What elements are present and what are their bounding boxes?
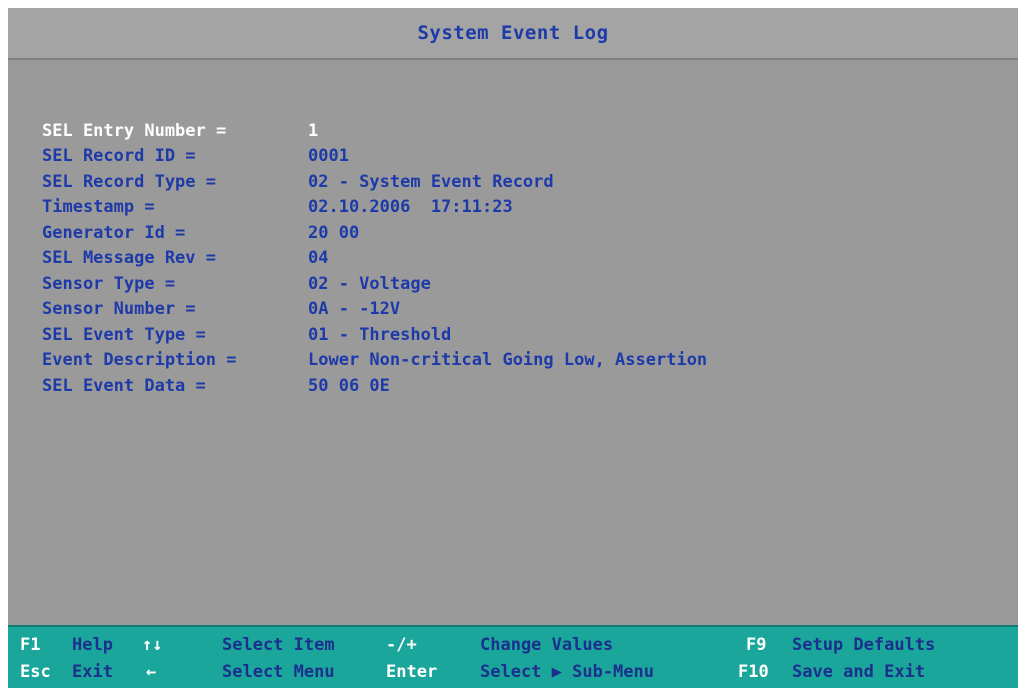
- timestamp-value: 02.10.2006 17:11:23: [308, 197, 513, 218]
- select-sub-menu-desc: Select ▶ Sub-Menu: [480, 662, 654, 682]
- sel-event-type-row: SEL Event Type = 01 - Threshold: [42, 322, 1002, 348]
- f1-key: F1: [20, 635, 41, 655]
- sel-record-type-value: 02 - System Event Record: [308, 171, 554, 192]
- sel-event-data-value: 50 06 0E: [308, 375, 390, 396]
- generator-id-row: Generator Id = 20 00: [42, 220, 1002, 246]
- sel-entry-number-row[interactable]: SEL Entry Number = 1: [42, 118, 1002, 144]
- bios-screen: System Event Log SEL Entry Number = 1 SE…: [8, 8, 1018, 688]
- minus-plus-key: -/+: [386, 635, 417, 655]
- exit-desc: Exit: [72, 662, 113, 682]
- sensor-type-value: 02 - Voltage: [308, 273, 431, 294]
- sel-entry-number-label: SEL Entry Number =: [42, 120, 227, 141]
- sel-event-type-label: SEL Event Type =: [42, 324, 206, 345]
- timestamp-label: Timestamp =: [42, 197, 155, 218]
- title-bar: System Event Log: [8, 8, 1018, 60]
- sel-entry-number-value: 1: [308, 120, 319, 141]
- generator-id-value: 20 00: [308, 222, 360, 243]
- esc-key: Esc: [20, 662, 51, 682]
- sel-record-id-value: 0001: [308, 146, 349, 167]
- sel-event-type-value: 01 - Threshold: [308, 324, 452, 345]
- key-help-bar: F1 Help ↑↓ Select Item -/+ Change Values…: [8, 625, 1018, 688]
- select-item-desc: Select Item: [222, 635, 335, 655]
- setup-defaults-desc: Setup Defaults: [792, 635, 936, 655]
- sel-entry-list: SEL Entry Number = 1 SEL Record ID = 000…: [42, 118, 1002, 399]
- select-menu-desc: Select Menu: [222, 662, 335, 682]
- sel-record-id-label: SEL Record ID =: [42, 146, 196, 167]
- sensor-type-row: Sensor Type = 02 - Voltage: [42, 271, 1002, 297]
- f10-key: F10: [738, 662, 769, 682]
- page-title: System Event Log: [417, 22, 609, 44]
- sensor-number-label: Sensor Number =: [42, 299, 196, 320]
- key-help-row: F1 Help ↑↓ Select Item -/+ Change Values…: [8, 631, 1018, 659]
- left-arrow-icon: ←: [146, 662, 157, 682]
- event-description-row: Event Description = Lower Non-critical G…: [42, 348, 1002, 374]
- key-help-row: Esc Exit ← Select Menu Enter Select ▶ Su…: [8, 658, 1018, 686]
- enter-key: Enter: [386, 662, 438, 682]
- sel-record-id-row: SEL Record ID = 0001: [42, 144, 1002, 170]
- save-and-exit-desc: Save and Exit: [792, 662, 926, 682]
- timestamp-row: Timestamp = 02.10.2006 17:11:23: [42, 195, 1002, 221]
- event-description-label: Event Description =: [42, 350, 237, 371]
- sel-record-type-row: SEL Record Type = 02 - System Event Reco…: [42, 169, 1002, 195]
- up-down-arrows-icon: ↑↓: [142, 635, 163, 655]
- change-values-desc: Change Values: [480, 635, 614, 655]
- sensor-number-value: 0A - -12V: [308, 299, 401, 320]
- help-desc: Help: [72, 635, 113, 655]
- sel-event-data-row: SEL Event Data = 50 06 0E: [42, 373, 1002, 399]
- event-description-value: Lower Non-critical Going Low, Assertion: [308, 350, 708, 371]
- sel-message-rev-value: 04: [308, 248, 329, 269]
- sel-record-type-label: SEL Record Type =: [42, 171, 216, 192]
- sel-event-data-label: SEL Event Data =: [42, 375, 206, 396]
- generator-id-label: Generator Id =: [42, 222, 186, 243]
- sel-message-rev-row: SEL Message Rev = 04: [42, 246, 1002, 272]
- f9-key: F9: [746, 635, 767, 655]
- sensor-type-label: Sensor Type =: [42, 273, 176, 294]
- sensor-number-row: Sensor Number = 0A - -12V: [42, 297, 1002, 323]
- sel-message-rev-label: SEL Message Rev =: [42, 248, 216, 269]
